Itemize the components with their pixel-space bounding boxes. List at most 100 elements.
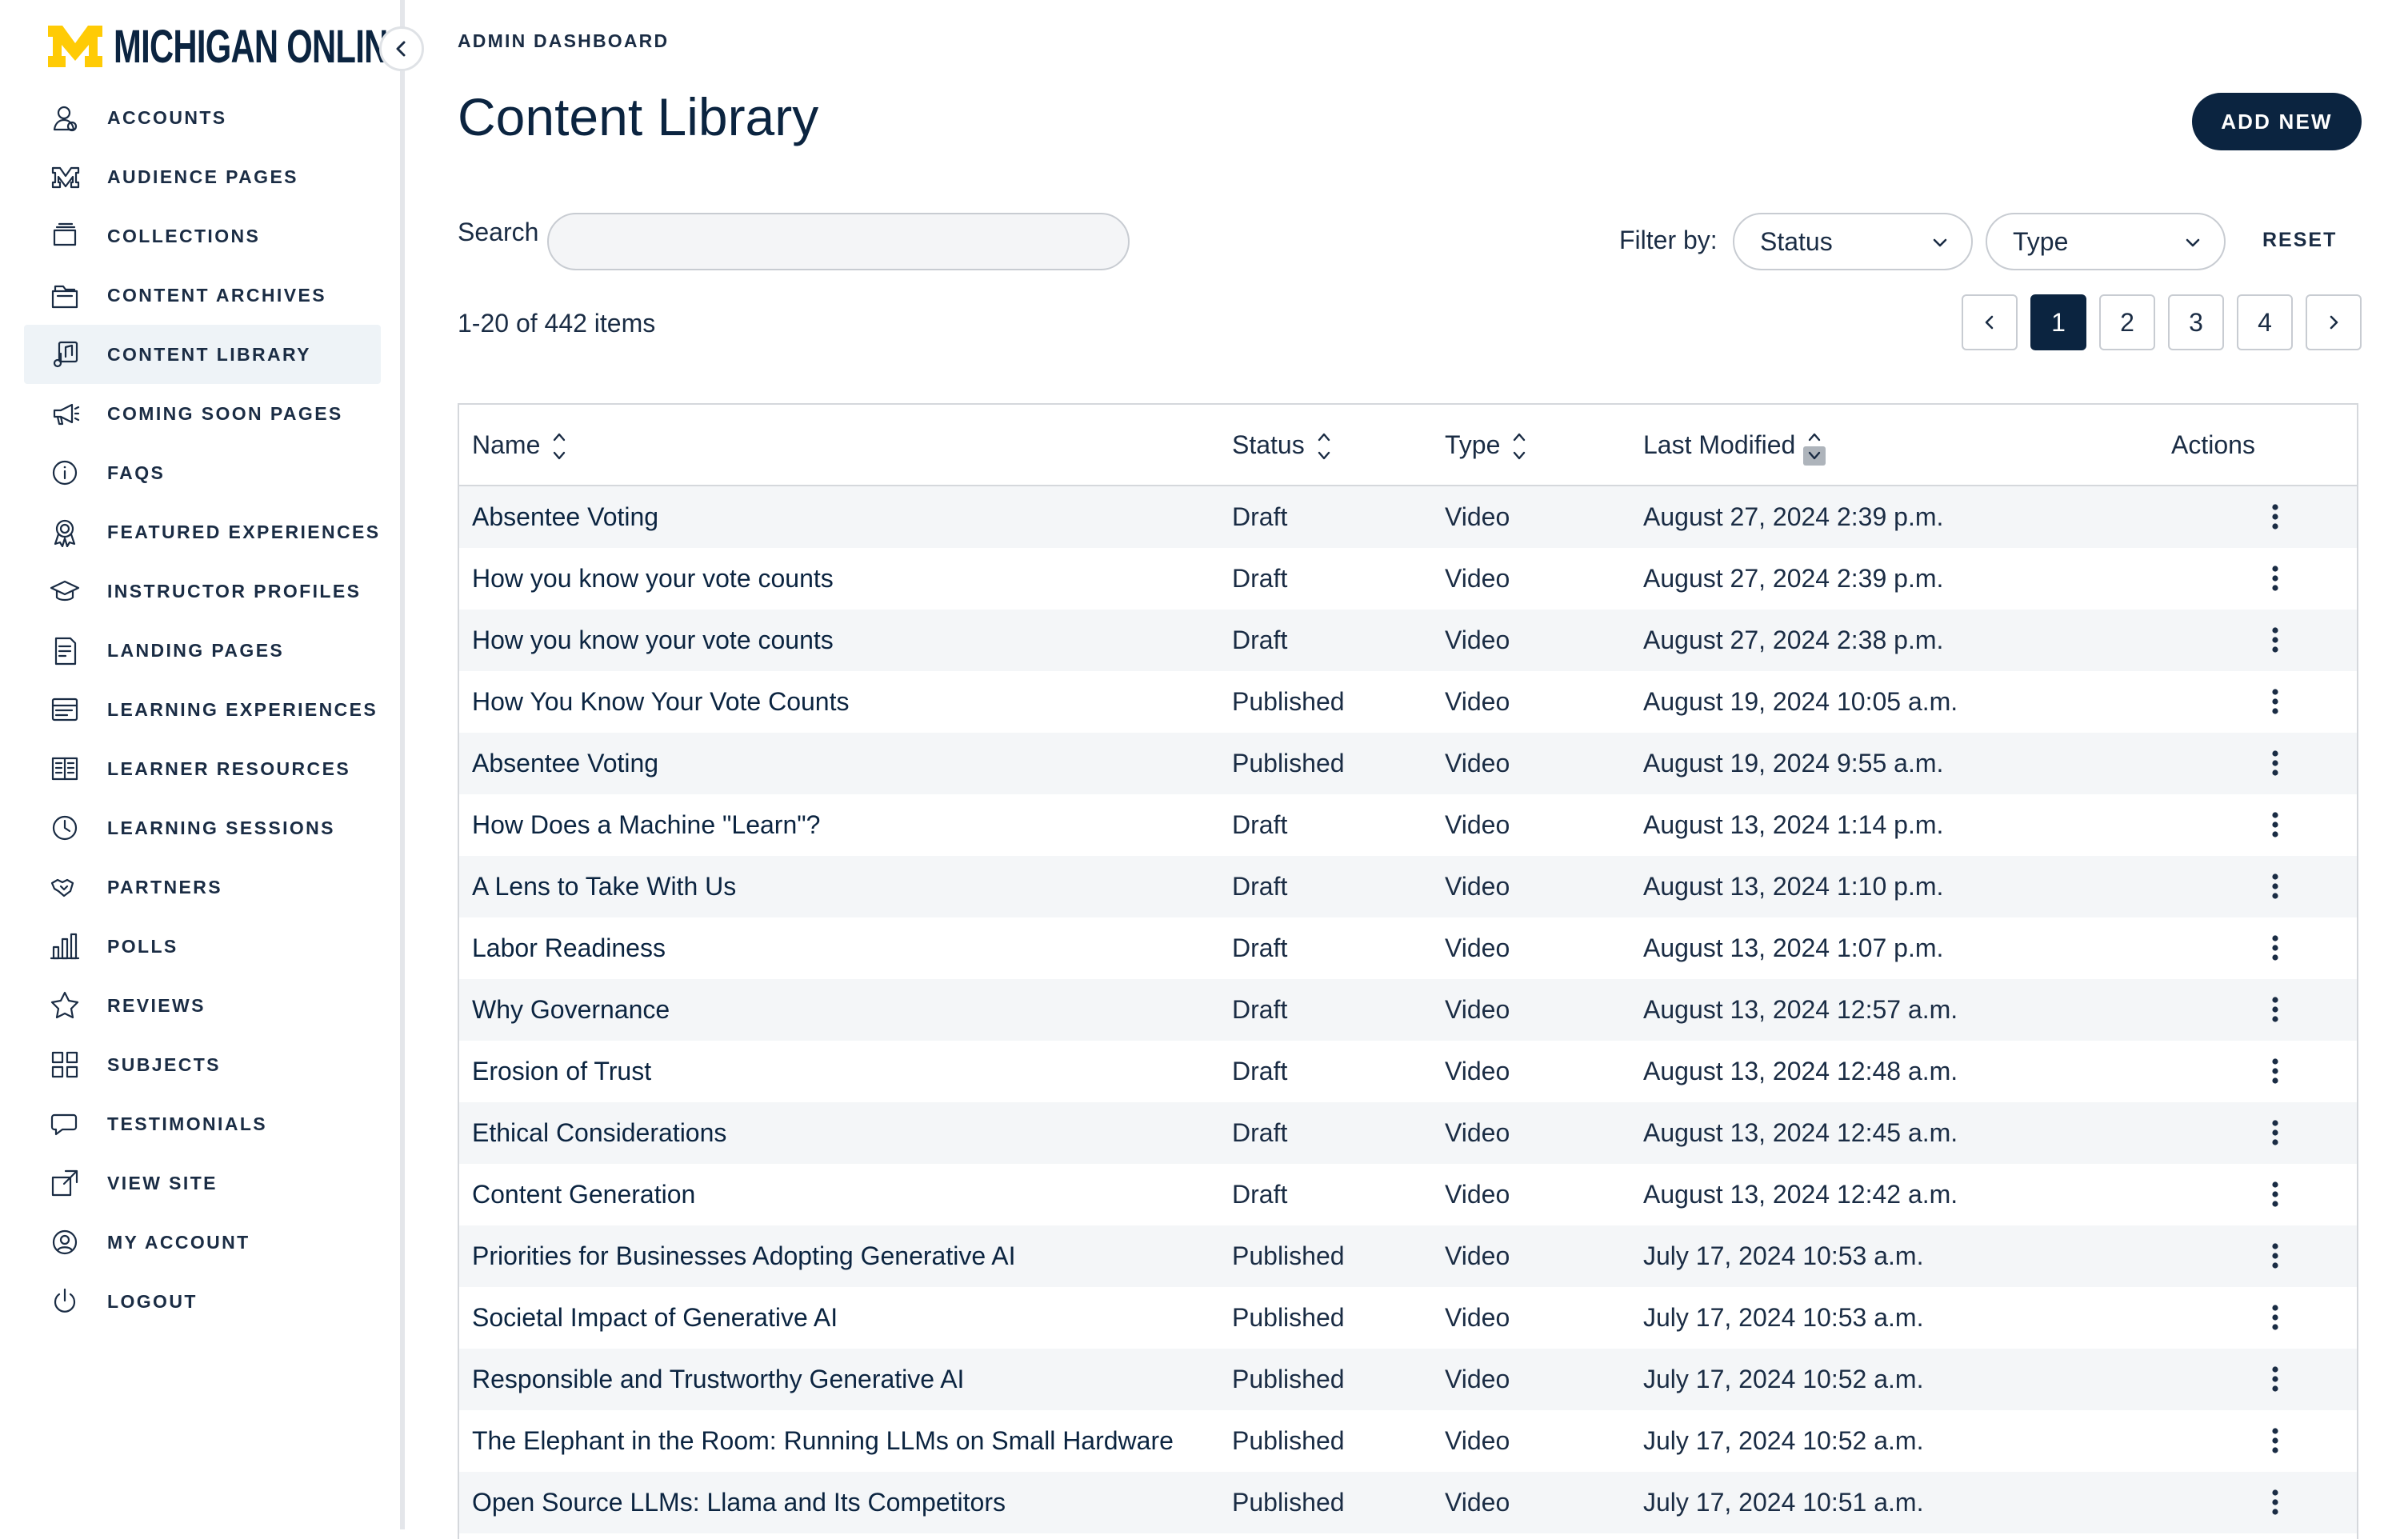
row-actions-menu-icon[interactable] bbox=[2259, 1361, 2291, 1397]
michigan-online-logo[interactable]: MICHIGAN ONLINE bbox=[46, 21, 524, 73]
previous-page-button[interactable] bbox=[1962, 294, 2018, 350]
row-actions-menu-icon[interactable] bbox=[2259, 1053, 2291, 1089]
search-input[interactable] bbox=[547, 213, 1130, 270]
row-actions-menu-icon[interactable] bbox=[2259, 1485, 2291, 1520]
name-cell[interactable]: Open Source LLMs: Llama and Its Competit… bbox=[472, 1472, 1006, 1533]
row-actions-menu-icon[interactable] bbox=[2259, 869, 2291, 904]
sidebar-item-learning-experiences[interactable]: LEARNING EXPERIENCES bbox=[24, 680, 381, 739]
name-cell[interactable]: Priorities for Businesses Adopting Gener… bbox=[472, 1225, 1015, 1287]
row-actions-menu-icon[interactable] bbox=[2259, 807, 2291, 842]
sidebar-item-landing-pages[interactable]: LANDING PAGES bbox=[24, 621, 381, 680]
row-actions-menu-icon[interactable] bbox=[2259, 1177, 2291, 1212]
info-icon bbox=[48, 456, 82, 490]
type-filter-select[interactable]: Type bbox=[1986, 213, 2226, 270]
table-row[interactable]: Open Source LLMs: Llama and Its Competit… bbox=[459, 1472, 2357, 1533]
sidebar-item-coming-soon-pages[interactable]: COMING SOON PAGES bbox=[24, 384, 381, 443]
row-actions-menu-icon[interactable] bbox=[2259, 499, 2291, 534]
sidebar-item-view-site[interactable]: VIEW SITE bbox=[24, 1153, 381, 1213]
name-cell[interactable]: Content Generation bbox=[472, 1164, 695, 1225]
name-cell[interactable]: Labor Readiness bbox=[472, 917, 666, 979]
sidebar-item-learning-sessions[interactable]: LEARNING SESSIONS bbox=[24, 798, 381, 857]
next-page-button[interactable] bbox=[2306, 294, 2362, 350]
sidebar-item-subjects[interactable]: SUBJECTS bbox=[24, 1035, 381, 1094]
name-cell[interactable]: Absentee Voting bbox=[472, 733, 658, 794]
table-row[interactable]: A Lens to Take With Us Draft Video August 1… bbox=[459, 856, 2357, 917]
add-new-button[interactable]: ADD NEW bbox=[2192, 93, 2362, 150]
collapse-sidebar-button[interactable] bbox=[379, 26, 424, 71]
row-actions-menu-icon[interactable] bbox=[2259, 561, 2291, 596]
name-cell[interactable]: Erosion of Trust bbox=[472, 1041, 651, 1102]
sidebar-item-faqs[interactable]: FAQS bbox=[24, 443, 381, 502]
reset-filters-button[interactable]: RESET bbox=[2262, 229, 2337, 252]
sidebar-item-learner-resources[interactable]: LEARNER RESOURCES bbox=[24, 739, 381, 798]
name-cell[interactable]: A Lens to Take With Us bbox=[472, 856, 736, 917]
sidebar-item-instructor-profiles[interactable]: INSTRUCTOR PROFILES bbox=[24, 562, 381, 621]
row-actions-menu-icon[interactable] bbox=[2259, 684, 2291, 719]
row-actions-menu-icon[interactable] bbox=[2259, 992, 2291, 1027]
sidebar-item-partners[interactable]: PARTNERS bbox=[24, 857, 381, 917]
sort-ascending-icon[interactable] bbox=[1508, 427, 1530, 446]
sidebar-item-audience-pages[interactable]: AUDIENCE PAGES bbox=[24, 147, 381, 206]
page-button[interactable]: 2 bbox=[2099, 294, 2155, 350]
sidebar-item-logout[interactable]: LOGOUT bbox=[24, 1272, 381, 1331]
table-row[interactable]: Labor Readiness Draft Video August 13, 2024… bbox=[459, 917, 2357, 979]
name-cell[interactable]: Societal Impact of Generative AI bbox=[472, 1287, 838, 1349]
sidebar-item-polls[interactable]: POLLS bbox=[24, 917, 381, 976]
sort-ascending-icon[interactable] bbox=[1313, 427, 1335, 446]
sidebar-item-collections[interactable]: COLLECTIONS bbox=[24, 206, 381, 266]
name-cell[interactable]: Why Governance bbox=[472, 979, 670, 1041]
name-cell[interactable]: Absentee Voting bbox=[472, 486, 658, 548]
row-actions-menu-icon[interactable] bbox=[2259, 930, 2291, 965]
row-actions-menu-icon[interactable] bbox=[2259, 746, 2291, 781]
table-row[interactable]: How you know your vote counts Draft Video A… bbox=[459, 548, 2357, 610]
page-button[interactable]: 3 bbox=[2168, 294, 2224, 350]
sidebar-item-reviews[interactable]: REVIEWS bbox=[24, 976, 381, 1035]
table-row[interactable]: Why Governance Draft Video August 13, 2024 … bbox=[459, 979, 2357, 1041]
name-cell[interactable]: How Does a Machine "Learn"? bbox=[472, 794, 820, 856]
sort-ascending-icon[interactable] bbox=[548, 427, 570, 446]
status-filter-select[interactable]: Status bbox=[1733, 213, 1973, 270]
name-cell[interactable]: Ethical Considerations bbox=[472, 1102, 726, 1164]
row-actions-menu-icon[interactable] bbox=[2259, 1423, 2291, 1458]
sort-descending-icon[interactable] bbox=[1313, 446, 1335, 466]
table-row[interactable]: How Does a Machine "Learn"? Draft Video Aug… bbox=[459, 794, 2357, 856]
table-row[interactable]: Priorities for Businesses Adopting Gener… bbox=[459, 1225, 2357, 1287]
table-row[interactable]: Societal Impact of Generative AI Publishe… bbox=[459, 1287, 2357, 1349]
column-header-modified[interactable]: Last Modified bbox=[1643, 405, 1826, 485]
page-button[interactable]: 4 bbox=[2237, 294, 2293, 350]
row-actions-menu-icon[interactable] bbox=[2259, 1115, 2291, 1150]
sort-descending-icon[interactable] bbox=[1508, 446, 1530, 466]
sort-ascending-icon[interactable] bbox=[1803, 427, 1826, 446]
column-header-type[interactable]: Type bbox=[1445, 405, 1530, 485]
name-cell[interactable]: Responsible and Trustworthy Generative A… bbox=[472, 1349, 964, 1410]
table-row[interactable]: How You Know Your Vote Counts Published Vi… bbox=[459, 671, 2357, 733]
table-row[interactable]: Responsible and Trustworthy Generative A… bbox=[459, 1349, 2357, 1410]
name-cell[interactable]: How you know your vote counts bbox=[472, 610, 834, 671]
sidebar-item-accounts[interactable]: ACCOUNTS bbox=[24, 88, 381, 147]
sidebar-item-content-archives[interactable]: CONTENT ARCHIVES bbox=[24, 266, 381, 325]
table-row[interactable] bbox=[459, 1533, 2357, 1539]
sort-descending-icon[interactable] bbox=[1803, 446, 1826, 466]
column-header-name[interactable]: Name bbox=[472, 405, 570, 485]
table-row[interactable]: Absentee Voting Published Video August 19, … bbox=[459, 733, 2357, 794]
table-row[interactable]: The Elephant in the Room: Running LLMs o… bbox=[459, 1410, 2357, 1472]
sidebar-item-content-library[interactable]: CONTENT LIBRARY bbox=[24, 325, 381, 384]
sidebar-item-testimonials[interactable]: TESTIMONIALS bbox=[24, 1094, 381, 1153]
table-row[interactable]: Erosion of Trust Draft Video August 13, 202… bbox=[459, 1041, 2357, 1102]
page-button[interactable]: 1 bbox=[2030, 294, 2086, 350]
name-cell[interactable]: The Elephant in the Room: Running LLMs o… bbox=[472, 1410, 1174, 1472]
table-row[interactable]: How you know your vote counts Draft Video A… bbox=[459, 610, 2357, 671]
column-header-status[interactable]: Status bbox=[1232, 405, 1335, 485]
row-actions-menu-icon[interactable] bbox=[2259, 622, 2291, 658]
type-cell: Video bbox=[1445, 687, 1510, 716]
row-actions-menu-icon[interactable] bbox=[2259, 1238, 2291, 1273]
sidebar-item-featured-experiences[interactable]: FEATURED EXPERIENCES bbox=[24, 502, 381, 562]
name-cell[interactable]: How You Know Your Vote Counts bbox=[472, 671, 849, 733]
table-row[interactable]: Absentee Voting Draft Video August 27, 2024… bbox=[459, 486, 2357, 548]
table-row[interactable]: Content Generation Draft Video August 13, 2… bbox=[459, 1164, 2357, 1225]
name-cell[interactable]: How you know your vote counts bbox=[472, 548, 834, 610]
row-actions-menu-icon[interactable] bbox=[2259, 1300, 2291, 1335]
table-row[interactable]: Ethical Considerations Draft Video August 1… bbox=[459, 1102, 2357, 1164]
sidebar-item-my-account[interactable]: MY ACCOUNT bbox=[24, 1213, 381, 1272]
sort-descending-icon[interactable] bbox=[548, 446, 570, 466]
